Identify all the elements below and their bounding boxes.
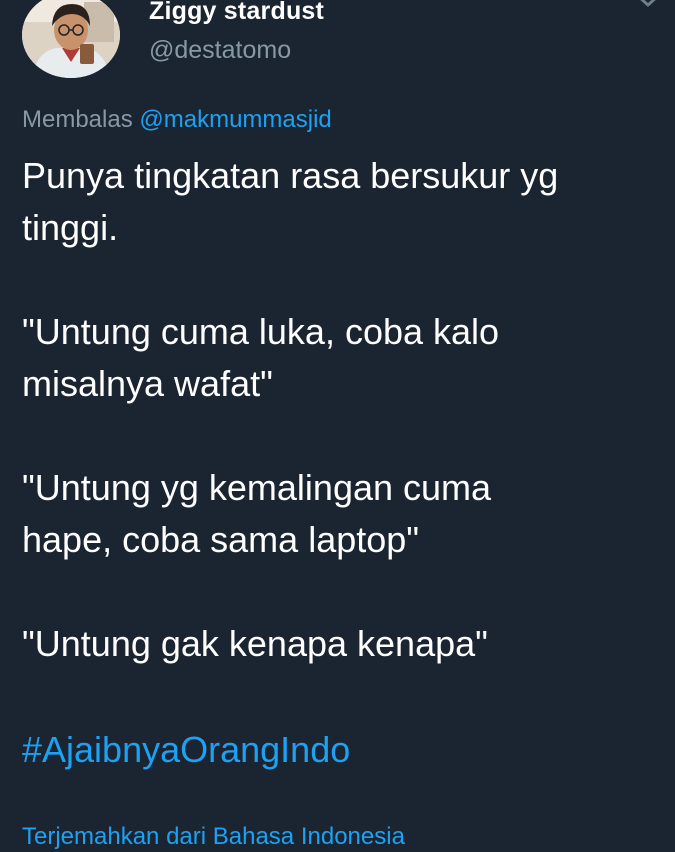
tweet-text: Punya tingkatan rasa bersukur yg tinggi.… bbox=[22, 150, 652, 722]
reply-prefix: Membalas bbox=[22, 106, 133, 133]
tweet-paragraph: "Untung gak kenapa kenapa" bbox=[22, 623, 488, 664]
tweet-header: Ziggy stardust @destatomo bbox=[22, 0, 662, 82]
author-display-name[interactable]: Ziggy stardust bbox=[149, 0, 324, 26]
translate-link[interactable]: Terjemahkan dari Bahasa Indonesia bbox=[22, 822, 405, 852]
hashtag-link[interactable]: #AjaibnyaOrangIndo bbox=[22, 724, 350, 776]
avatar-image bbox=[22, 0, 120, 78]
reply-context: Membalas @makmummasjid bbox=[22, 104, 332, 136]
tweet-paragraph: "Untung cuma luka, coba kalo misalnya wa… bbox=[22, 311, 500, 404]
chevron-down-icon[interactable] bbox=[634, 0, 662, 12]
reply-mention-link[interactable]: @makmummasjid bbox=[139, 106, 331, 133]
author-handle[interactable]: @destatomo bbox=[149, 35, 291, 65]
tweet-paragraph: Punya tingkatan rasa bersukur yg tinggi. bbox=[22, 155, 559, 248]
tweet: Ziggy stardust @destatomo Membalas @makm… bbox=[0, 0, 675, 850]
tweet-paragraph: "Untung yg kemalingan cuma hape, coba sa… bbox=[22, 467, 492, 560]
avatar[interactable] bbox=[22, 0, 120, 78]
